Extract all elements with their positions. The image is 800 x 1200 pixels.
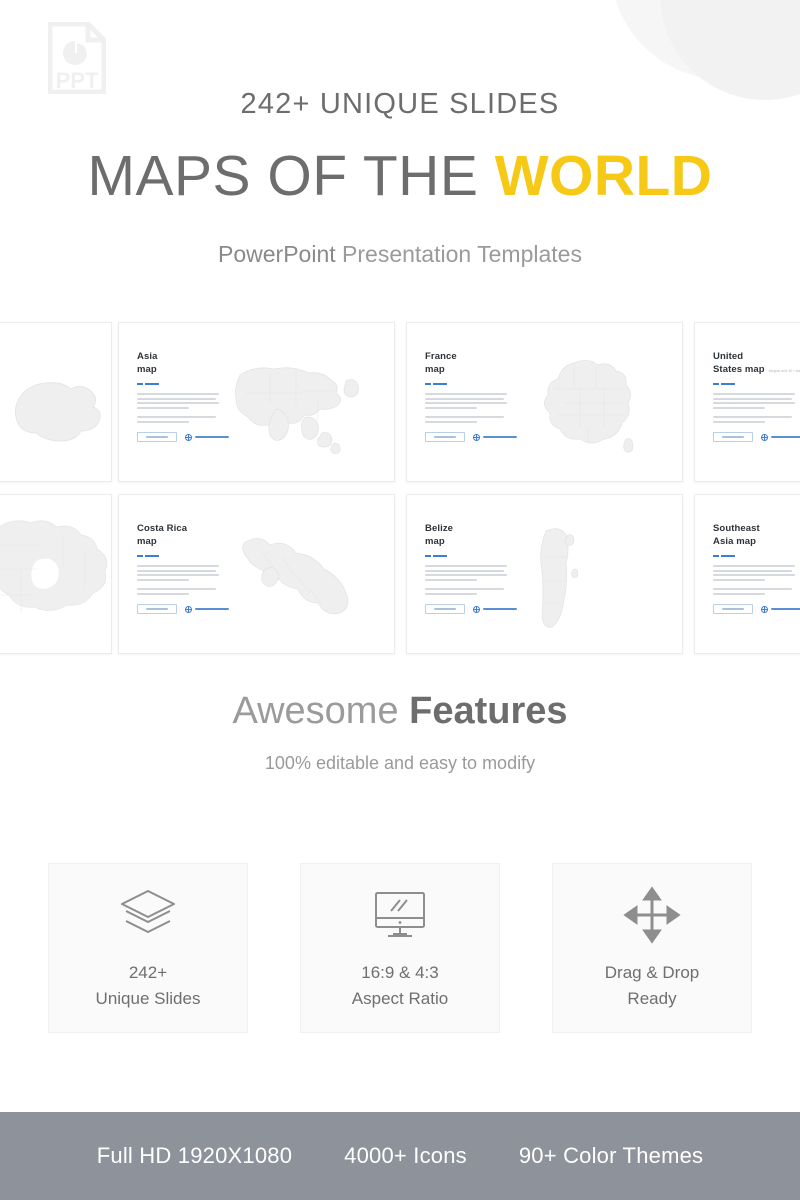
slide-thumbnail[interactable]: France map [406,322,683,482]
layers-icon [117,884,179,946]
slide-title: United States mapMoguls and 50+ states -… [713,351,800,376]
slide-title-rule [425,555,447,557]
slide-read-more-button[interactable] [137,604,177,614]
features-subheading: 100% editable and easy to modify [0,753,800,774]
feature-card-aspect-ratio[interactable]: 16:9 & 4:3 Aspect Ratio [300,863,500,1033]
gallery-row: Costa Rica map [0,494,800,654]
footer-item-resolution: Full HD 1920X1080 [97,1143,292,1169]
features-section: Awesome Features 100% editable and easy … [0,690,800,774]
hero-section: 242+ UNIQUE SLIDES MAPS OF THE WORLD Pow… [0,0,800,268]
slide-read-more-button[interactable] [713,432,753,442]
promo-page: PPT 242+ UNIQUE SLIDES MAPS OF THE WORLD… [0,0,800,1200]
slide-read-more-button[interactable] [425,432,465,442]
globe-icon [185,606,192,613]
slide-title-rule [137,383,159,385]
slide-website-link[interactable] [185,606,229,613]
slide-title: Southeast Asia map [713,523,800,548]
feature-card-drag-drop[interactable]: Drag & Drop Ready [552,863,752,1033]
subtitle-rest: Presentation Templates [336,241,582,267]
feature-card-label: 242+ Unique Slides [96,960,201,1013]
slide-read-more-button[interactable] [137,432,177,442]
slide-website-link[interactable] [761,606,800,613]
slide-body-text [425,393,511,423]
footer-item-color-themes: 90+ Color Themes [519,1143,703,1169]
slide-title-rule [425,383,447,385]
move-arrows-icon [623,884,681,946]
page-title: MAPS OF THE WORLD [0,147,800,207]
globe-icon [473,434,480,441]
globe-icon [761,606,768,613]
slide-thumbnail[interactable]: Southeast Asia map [694,494,800,654]
slide-thumbnail[interactable]: United States mapMoguls and 50+ states -… [694,322,800,482]
features-heading-bold: Features [409,690,567,732]
slide-thumbnail[interactable]: Costa Rica map [118,494,395,654]
globe-icon [473,606,480,613]
globe-icon [185,434,192,441]
monitor-icon [370,884,430,946]
footer-bar: Full HD 1920X1080 4000+ Icons 90+ Color … [0,1112,800,1200]
slide-title-rule [713,383,735,385]
slide-read-more-button[interactable] [713,604,753,614]
features-heading-light: Awesome [232,690,409,732]
globe-icon [761,434,768,441]
belize-map-art [518,519,668,637]
slide-body-text [713,393,799,423]
slide-title-rule [137,555,159,557]
slide-title-note: Moguls and 50+ states - is the [769,369,800,373]
costa-rica-map-art [230,519,380,637]
feature-card-label: 16:9 & 4:3 Aspect Ratio [352,960,448,1013]
slide-thumbnail[interactable] [0,322,112,482]
footer-item-icons: 4000+ Icons [344,1143,467,1169]
slide-body-text [137,393,223,423]
asia-map-art [230,347,380,465]
hero-eyebrow: 242+ UNIQUE SLIDES [0,88,800,121]
slide-thumbnail[interactable]: Belize map [406,494,683,654]
features-heading: Awesome Features [0,690,800,733]
france-map-art [518,347,668,465]
slide-website-link[interactable] [761,434,800,441]
slide-website-link[interactable] [473,606,517,613]
slide-body-text [713,565,799,595]
slide-body-text [137,565,223,595]
hero-subtitle: PowerPoint Presentation Templates [0,241,800,268]
feature-card-list: 242+ Unique Slides 16:9 & 4:3 Aspect Rat… [0,863,800,1033]
slide-website-link[interactable] [185,434,229,441]
feature-card-unique-slides[interactable]: 242+ Unique Slides [48,863,248,1033]
subtitle-strong: PowerPoint [218,241,336,267]
slide-title-rule [713,555,735,557]
canada-map-art [0,505,112,639]
slide-website-link[interactable] [473,434,517,441]
antarctica-map-art [1,347,112,465]
gallery-row: Asia map [0,322,800,482]
headline-main: MAPS OF THE [88,144,495,208]
feature-card-label: Drag & Drop Ready [605,960,699,1013]
slide-gallery: Asia map [0,322,800,666]
slide-thumbnail[interactable]: Asia map [118,322,395,482]
slide-read-more-button[interactable] [425,604,465,614]
slide-body-text [425,565,511,595]
headline-accent: WORLD [495,144,713,208]
slide-thumbnail[interactable] [0,494,112,654]
